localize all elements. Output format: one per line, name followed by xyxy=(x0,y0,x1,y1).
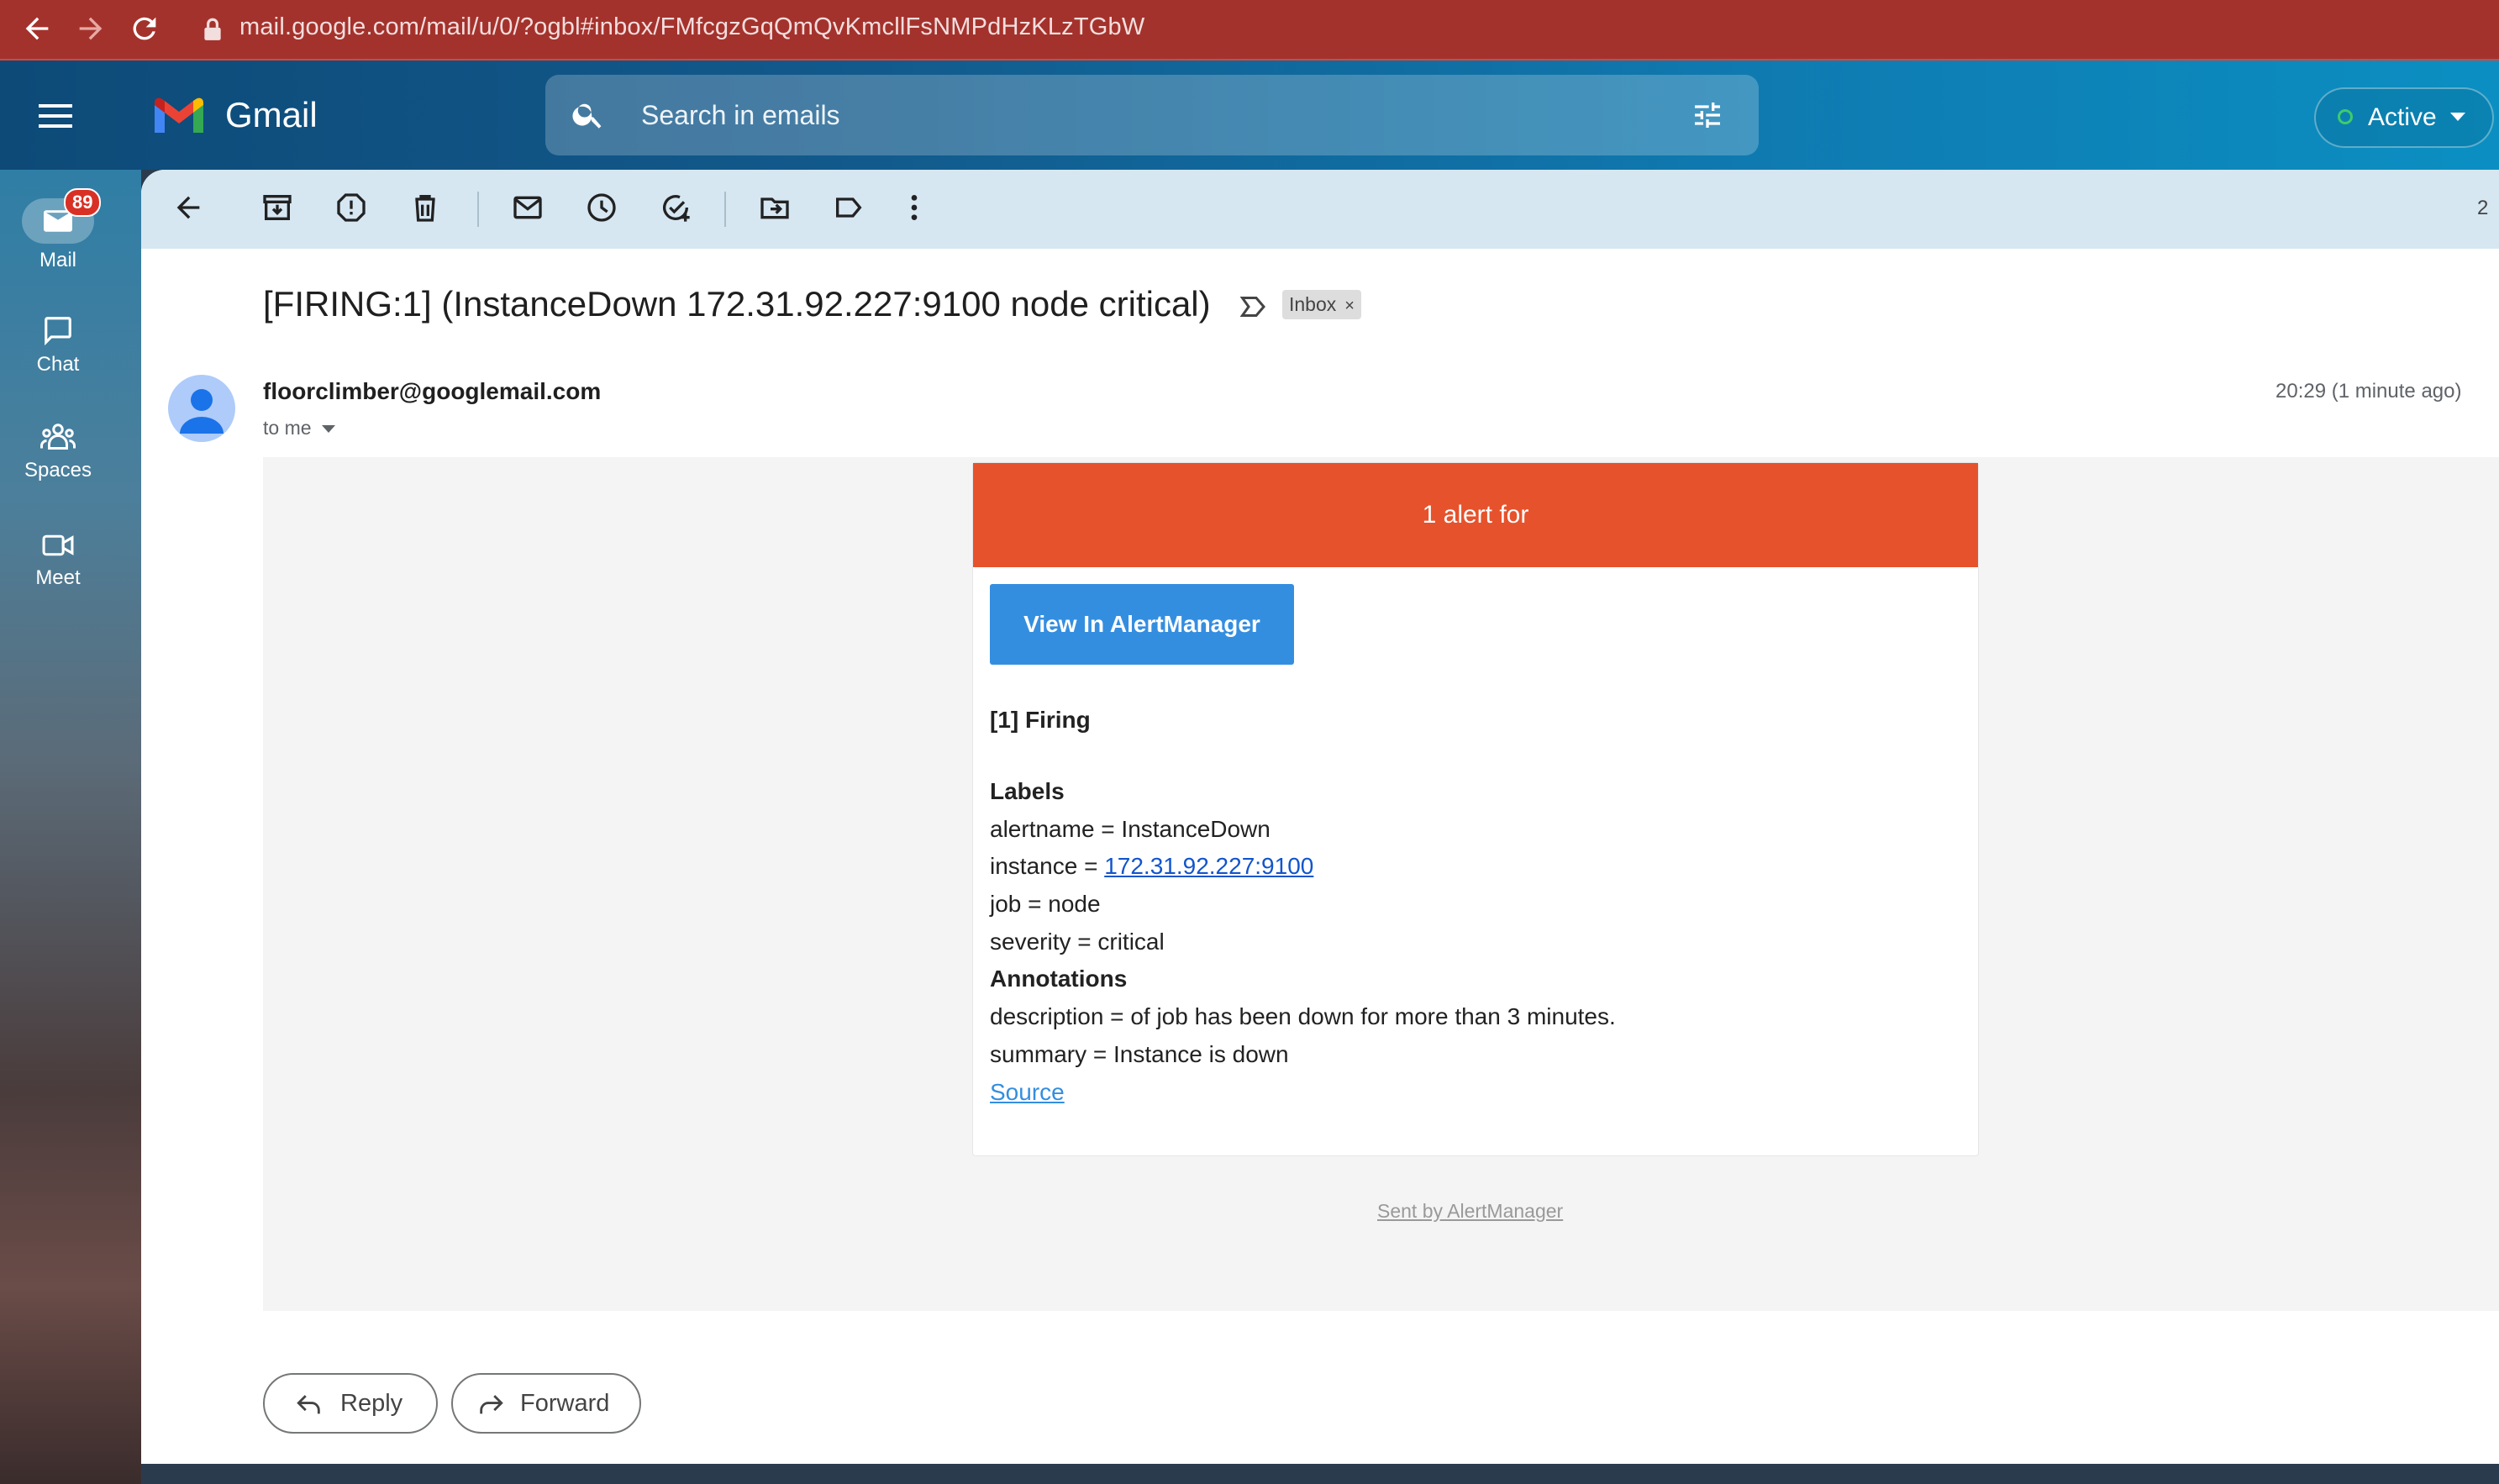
email-body: 1 alert for View In AlertManager [1] Fir… xyxy=(263,457,2499,1311)
status-selector[interactable]: Active xyxy=(2314,87,2494,148)
sender-address[interactable]: floorclimber@googlemail.com xyxy=(263,378,601,405)
label-instance: instance = 172.31.92.227:9100 xyxy=(990,853,1313,880)
add-to-tasks-button[interactable] xyxy=(659,191,696,228)
reply-icon xyxy=(297,1395,320,1414)
toolbar-divider xyxy=(724,192,726,227)
chevron-down-icon xyxy=(321,425,335,434)
arrow-left-icon xyxy=(176,196,200,219)
label-chip-text: Inbox xyxy=(1289,293,1337,315)
annotations-heading: Annotations xyxy=(990,966,1128,992)
back-arrow-icon[interactable] xyxy=(20,12,54,45)
lock-icon xyxy=(202,17,224,46)
folder-move-icon xyxy=(760,197,789,219)
snooze-button[interactable] xyxy=(585,191,622,228)
email-timestamp: 20:29 (1 minute ago) xyxy=(2275,380,2462,403)
rail-label-meet: Meet xyxy=(35,566,81,589)
search-placeholder: Search in emails xyxy=(641,100,840,130)
rail-item-spaces[interactable]: Spaces xyxy=(0,422,116,482)
toolbar-divider xyxy=(477,192,479,227)
alert-header: 1 alert for xyxy=(973,463,1978,567)
message-view: 2 [FIRING:1] (InstanceDown 172.31.92.227… xyxy=(141,170,2499,1464)
app-name: Gmail xyxy=(225,95,318,134)
unread-badge: 89 xyxy=(64,188,102,217)
more-vert-icon xyxy=(911,195,918,220)
alert-card: 1 alert for View In AlertManager [1] Fir… xyxy=(972,462,1979,1156)
source-link[interactable]: Source xyxy=(990,1079,1065,1106)
envelope-icon xyxy=(513,196,542,219)
recipient-text: to me xyxy=(263,417,312,439)
meet-icon xyxy=(42,534,74,556)
address-bar[interactable]: mail.google.com/mail/u/0/?ogbl#inbox/FMf… xyxy=(239,13,1144,41)
annotation-description: description = of job has been down for m… xyxy=(990,1003,1616,1029)
forward-label: Forward xyxy=(520,1390,610,1417)
message-toolbar: 2 xyxy=(141,170,2499,249)
archive-icon xyxy=(263,195,292,220)
spaces-icon xyxy=(40,424,76,450)
label-alertname: alertname = InstanceDown xyxy=(990,816,1271,842)
inbox-label-chip[interactable]: Inbox × xyxy=(1282,290,1361,319)
importance-marker-icon[interactable] xyxy=(1239,292,1269,321)
search-input[interactable]: Search in emails xyxy=(545,75,1759,155)
labels-heading: Labels xyxy=(990,778,1065,804)
delete-button[interactable] xyxy=(408,191,445,228)
reply-label: Reply xyxy=(340,1390,403,1417)
rail-label-spaces: Spaces xyxy=(24,459,92,482)
gmail-m-icon xyxy=(155,97,203,133)
archive-button[interactable] xyxy=(260,191,297,228)
person-icon xyxy=(180,389,224,434)
forward-arrow-icon[interactable] xyxy=(74,12,108,45)
chat-icon xyxy=(45,317,71,346)
status-label: Active xyxy=(2368,103,2437,131)
forward-button[interactable]: Forward xyxy=(451,1373,641,1434)
forward-icon xyxy=(480,1395,503,1414)
gmail-logo[interactable]: Gmail xyxy=(151,94,318,136)
firing-heading: [1] Firing xyxy=(990,707,1091,733)
view-in-alertmanager-button[interactable]: View In AlertManager xyxy=(990,584,1294,665)
more-options-button[interactable] xyxy=(897,191,934,228)
labels-button[interactable] xyxy=(832,191,869,228)
sender-avatar[interactable] xyxy=(168,375,235,442)
annotation-summary: summary = Instance is down xyxy=(990,1041,1289,1067)
sent-by-link[interactable]: Sent by AlertManager xyxy=(1377,1200,1563,1223)
add-task-icon xyxy=(663,195,690,222)
report-spam-icon xyxy=(337,193,366,222)
instance-prefix: instance = xyxy=(990,853,1105,879)
remove-label-icon[interactable]: × xyxy=(1344,297,1355,315)
search-options-icon[interactable] xyxy=(1690,98,1725,132)
instance-link[interactable]: 172.31.92.227:9100 xyxy=(1104,853,1313,879)
browser-bar: mail.google.com/mail/u/0/?ogbl#inbox/FMf… xyxy=(0,0,2499,61)
move-to-button[interactable] xyxy=(758,191,795,228)
mark-unread-button[interactable] xyxy=(511,191,548,228)
rail-label-chat: Chat xyxy=(36,353,80,376)
status-dot-icon xyxy=(2338,109,2353,124)
reply-button[interactable]: Reply xyxy=(263,1373,438,1434)
label-icon xyxy=(836,197,862,218)
recipient-details[interactable]: to me xyxy=(263,417,335,439)
reload-icon[interactable] xyxy=(128,12,161,45)
clock-icon xyxy=(587,193,616,222)
rail-item-meet[interactable]: Meet xyxy=(0,531,116,590)
report-spam-button[interactable] xyxy=(334,191,371,228)
rail-item-mail[interactable]: 89 Mail xyxy=(0,188,116,272)
trash-icon xyxy=(415,195,435,222)
message-count: 2 xyxy=(2477,197,2489,219)
back-to-inbox-button[interactable] xyxy=(171,191,208,228)
email-subject: [FIRING:1] (InstanceDown 172.31.92.227:9… xyxy=(263,284,1211,324)
search-icon[interactable] xyxy=(571,97,606,132)
label-severity: severity = critical xyxy=(990,929,1165,955)
main-menu-icon[interactable] xyxy=(39,103,76,135)
label-job: job = node xyxy=(990,891,1101,917)
chevron-down-icon xyxy=(2450,113,2465,121)
rail-item-chat[interactable]: Chat xyxy=(0,314,116,376)
rail-label-mail: Mail xyxy=(39,249,76,271)
